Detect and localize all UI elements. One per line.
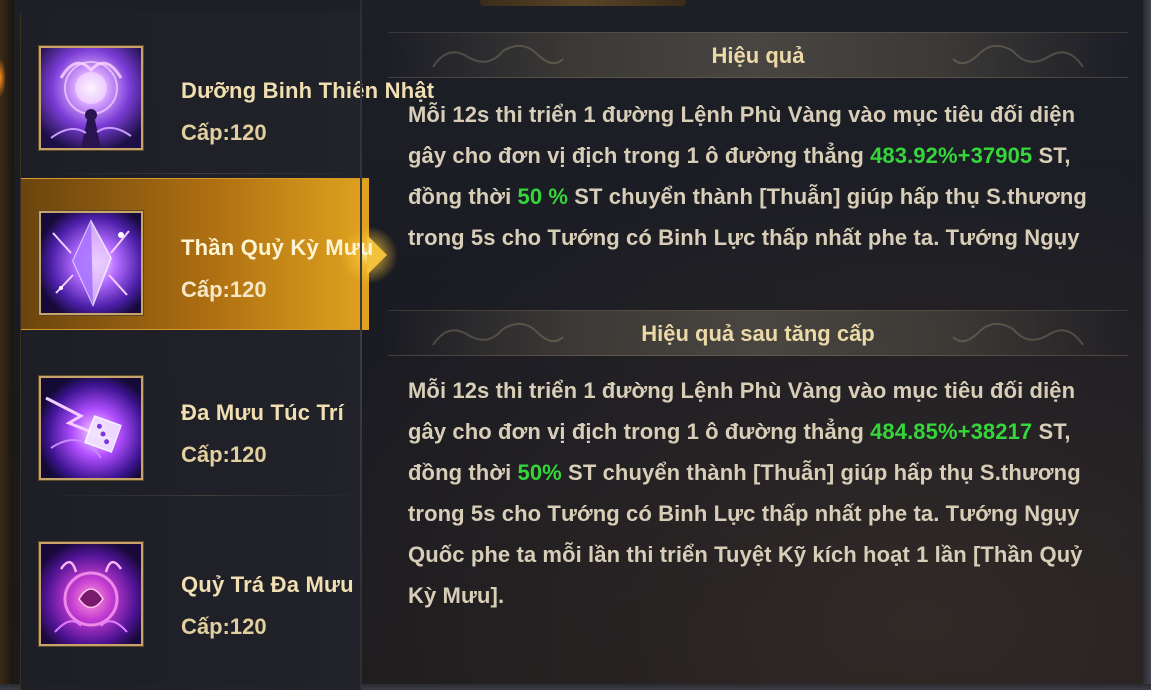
effect-description: Mỗi 12s thi triển 1 đường Lệnh Phù Vàng … — [408, 94, 1108, 256]
skill-list: Dưỡng Binh Thiên Nhật Cấp:120 Thần Quỷ K… — [20, 12, 434, 690]
shield-percent: 50% — [517, 460, 562, 485]
celestial-figure-icon — [38, 45, 144, 151]
damage-value: 484.85%+38217 — [870, 419, 1033, 444]
skill-item-da-muu-tuc-tri[interactable]: Đa Mưu Túc Trí Cấp:120 — [21, 344, 369, 496]
next-effect-title: Hiệu quả sau tăng cấp — [641, 321, 875, 346]
skill-name: Đa Mưu Túc Trí — [181, 400, 344, 425]
skill-item-than-quy-ky-muu[interactable]: Thần Quỷ Kỳ Mưu Cấp:120 — [21, 178, 399, 330]
ghost-flame-icon — [38, 541, 144, 647]
skill-item-duong-binh-thien-nhat[interactable]: Dưỡng Binh Thiên Nhật Cấp:120 — [21, 22, 434, 174]
effect-header: Hiệu quả — [388, 32, 1128, 78]
crystal-shard-icon — [38, 210, 144, 316]
effect-title: Hiệu quả — [711, 43, 805, 68]
panel-right-border — [1143, 0, 1151, 690]
skill-panel: Dưỡng Binh Thiên Nhật Cấp:120 Thần Quỷ K… — [0, 0, 1151, 690]
skill-level: Cấp:120 — [181, 442, 267, 467]
next-effect-header: Hiệu quả sau tăng cấp — [388, 310, 1128, 356]
skill-item-quy-tra-da-muu[interactable]: Quỷ Trá Đa Mưu Cấp:120 — [21, 510, 369, 662]
damage-value: 483.92%+37905 — [870, 143, 1033, 168]
shield-percent: 50 % — [517, 184, 569, 209]
next-effect-description: Mỗi 12s thi triển 1 đường Lệnh Phù Vàng … — [408, 370, 1108, 616]
ember-glow — [0, 58, 6, 98]
skill-level: Cấp:120 — [181, 120, 267, 145]
lightning-dice-icon — [38, 375, 144, 481]
skill-name: Thần Quỷ Kỳ Mưu — [181, 235, 374, 260]
skill-level: Cấp:120 — [181, 614, 267, 639]
skill-detail: Hiệu quả Mỗi 12s thi triển 1 đường Lệnh … — [368, 0, 1143, 690]
panel-divider — [360, 0, 362, 690]
panel-left-border — [0, 0, 14, 690]
skill-level: Cấp:120 — [181, 277, 267, 302]
skill-name: Quỷ Trá Đa Mưu — [181, 572, 354, 597]
